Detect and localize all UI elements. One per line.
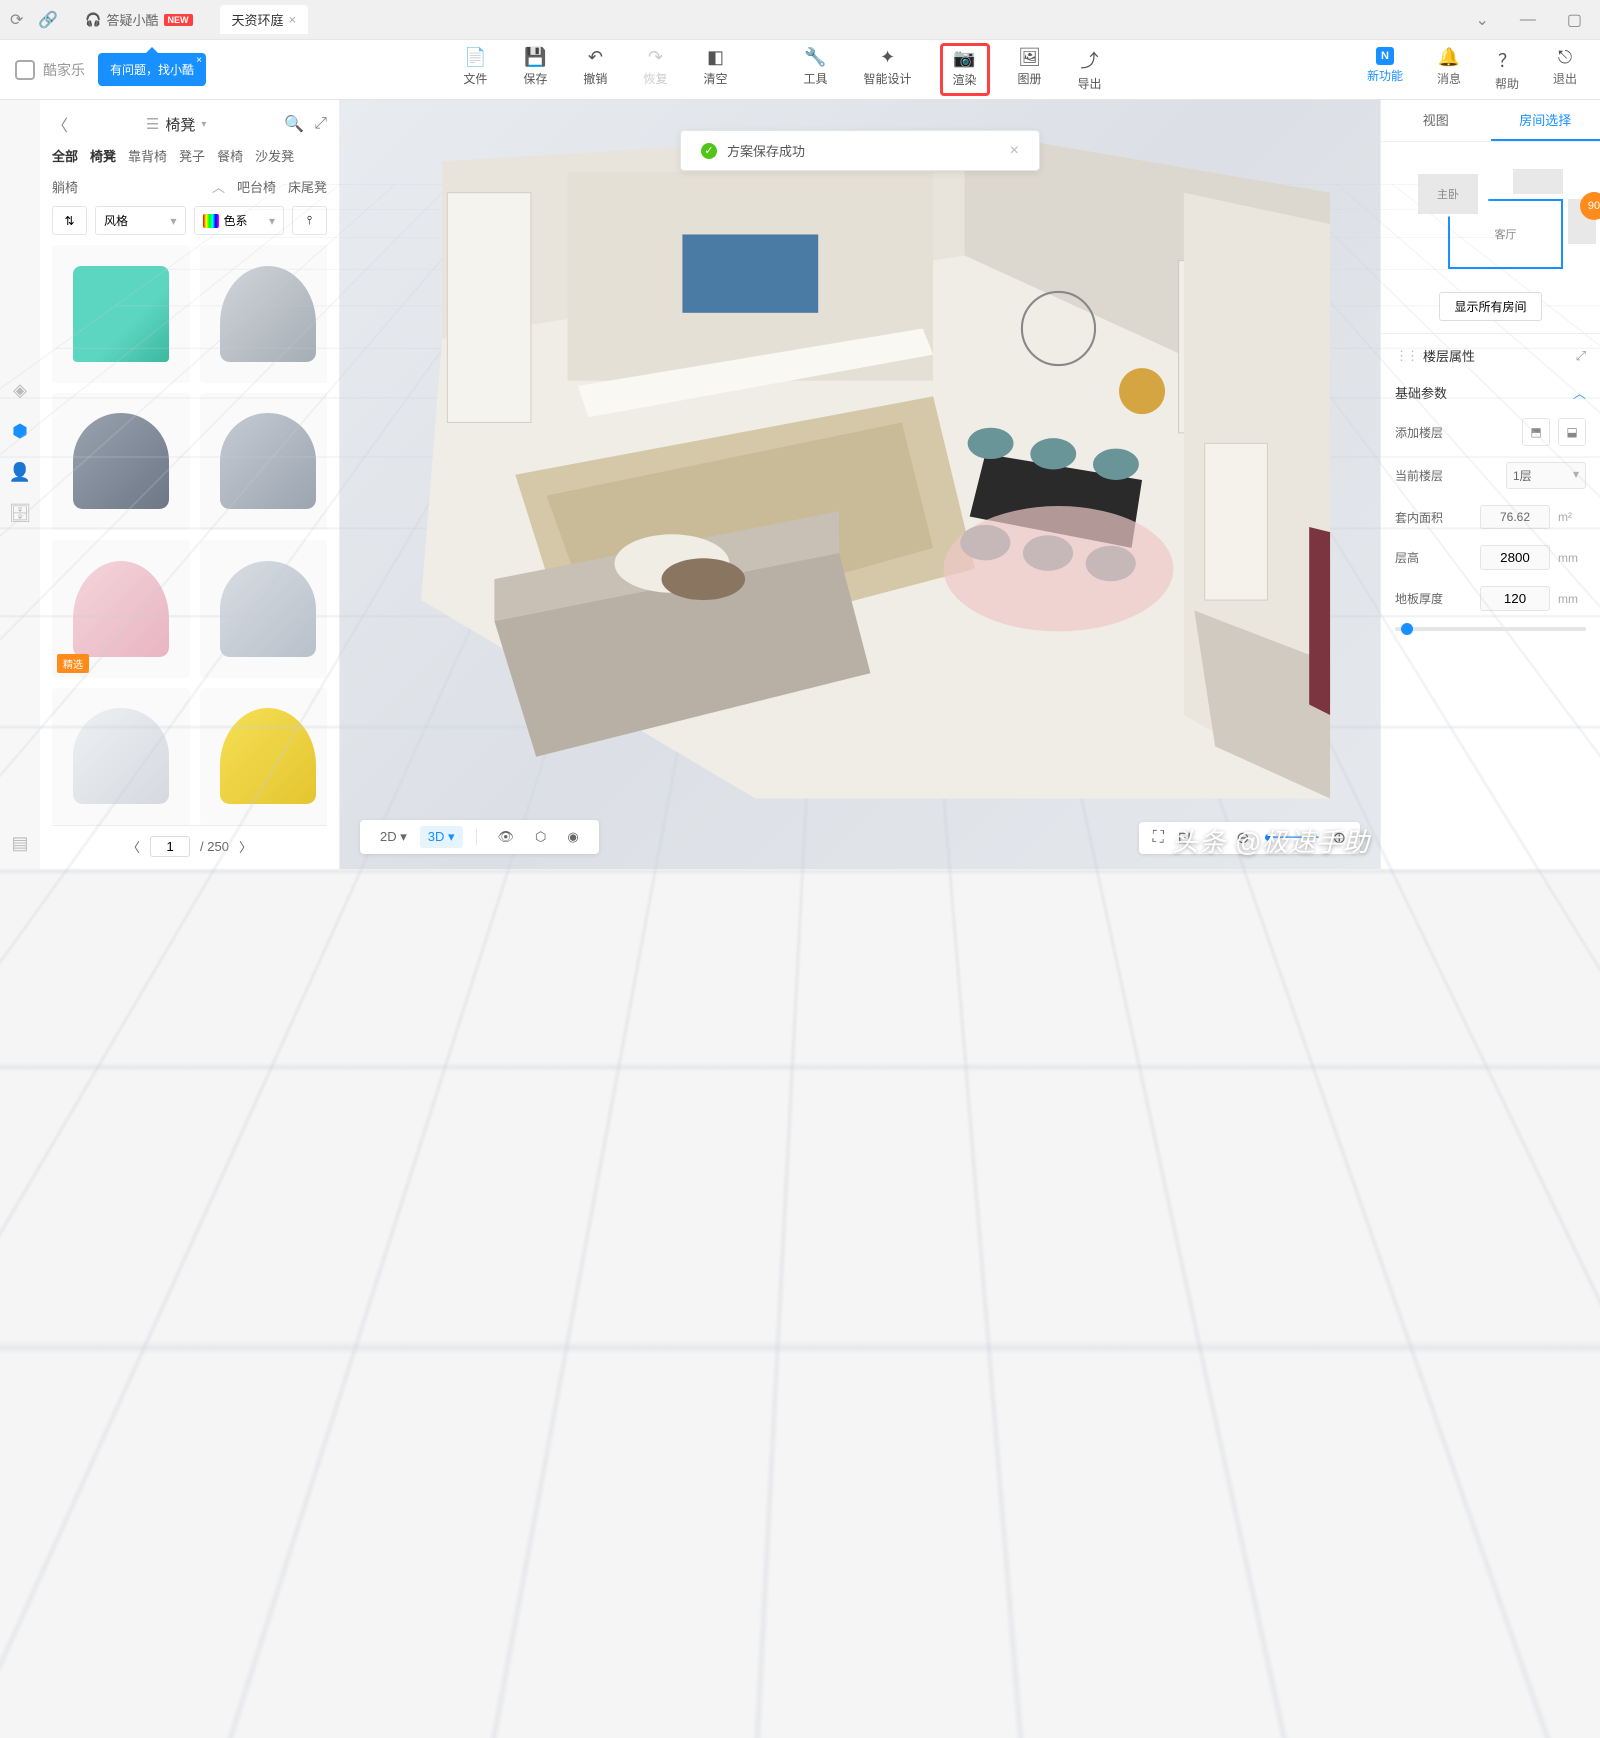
check-icon: ✓: [701, 143, 717, 159]
new-features-button[interactable]: N新功能: [1359, 43, 1411, 96]
exit-icon: ⎋: [1558, 47, 1572, 68]
view-2d-button[interactable]: 2D ▾: [372, 826, 415, 848]
thickness-slider[interactable]: [1395, 627, 1586, 631]
tab-view[interactable]: 视图: [1381, 100, 1491, 141]
save-success-toast: ✓ 方案保存成功 ×: [680, 130, 1040, 171]
messages-button[interactable]: 🔔消息: [1429, 43, 1469, 96]
link-icon[interactable]: 🔗: [38, 10, 58, 30]
bell-icon: 🔔: [1438, 47, 1460, 68]
gallery-button[interactable]: 🖼图册: [1010, 43, 1050, 96]
save-button[interactable]: 💾保存: [515, 43, 555, 96]
app-logo-icon: [15, 60, 35, 80]
new-badge: NEW: [164, 14, 193, 26]
cube-icon[interactable]: ⬡: [527, 826, 554, 848]
undo-icon: ↶: [588, 47, 603, 68]
sort-icon: ⇅: [64, 214, 74, 228]
view-3d-button[interactable]: 3D ▾: [420, 826, 463, 848]
close-icon[interactable]: ×: [1010, 142, 1019, 160]
list-icon: ☰: [146, 115, 159, 133]
undo-button[interactable]: ↶撤销: [575, 43, 615, 96]
exit-button[interactable]: ⎋退出: [1545, 43, 1585, 96]
export-button[interactable]: ⤴导出: [1070, 43, 1110, 96]
file-button[interactable]: 📄文件: [455, 43, 495, 96]
expand-icon[interactable]: ⤢: [314, 115, 327, 133]
cat-dining[interactable]: 餐椅: [217, 146, 243, 165]
cat-all[interactable]: 全部: [52, 146, 78, 165]
camera-icon: 📷: [953, 48, 975, 69]
collapse-icon[interactable]: ⌄: [1467, 10, 1496, 30]
question-icon: ？: [1498, 47, 1516, 73]
n-badge-icon: N: [1376, 47, 1394, 65]
view-mode-bar: 2D ▾ 3D ▾ 👁 ⬡ ◉: [360, 820, 599, 854]
titlebar: ⟳ 🔗 🎧 答疑小酷 NEW 天资环庭 × ⌄ — ▢: [0, 0, 1600, 40]
cat-stool2[interactable]: 凳子: [179, 146, 205, 165]
image-icon: 🖼: [1018, 47, 1041, 68]
angle-badge[interactable]: 90: [1580, 192, 1600, 220]
chevron-down-icon: ▾: [170, 214, 176, 228]
render-button[interactable]: 📷渲染: [940, 43, 990, 96]
headset-icon: 🎧: [85, 12, 101, 28]
main-toolbar: 酷家乐 有问题，找小酷 × 📄文件 💾保存 ↶撤销 ↷恢复 ◧清空 🔧工具 ✦智…: [0, 40, 1600, 100]
style-filter[interactable]: 风格▾: [95, 206, 186, 235]
minimap-room[interactable]: [1513, 169, 1563, 194]
chevron-down-icon: ▾: [201, 119, 206, 130]
clear-button[interactable]: ◧清空: [695, 43, 735, 96]
export-icon: ⤴: [1081, 47, 1099, 73]
sort-button[interactable]: ⇅: [52, 206, 87, 235]
frame-icon[interactable]: ⛶: [1153, 829, 1164, 847]
back-icon[interactable]: 〈: [52, 112, 68, 136]
minimap-room-master[interactable]: 主卧: [1418, 174, 1478, 214]
close-icon[interactable]: ×: [289, 12, 297, 27]
minimize-icon[interactable]: —: [1512, 11, 1544, 29]
cat-lounge[interactable]: 躺椅: [52, 177, 78, 196]
wrench-icon: 🔧: [804, 47, 826, 68]
tab-help-assistant[interactable]: 🎧 答疑小酷 NEW: [73, 5, 204, 34]
tab-project[interactable]: 天资环庭 ×: [220, 5, 309, 34]
refresh-icon[interactable]: ⟳: [10, 10, 23, 30]
color-swatch-icon: [203, 214, 219, 228]
chevron-up-icon[interactable]: ︿: [212, 177, 225, 196]
catalog-title[interactable]: ☰ 椅凳 ▾: [78, 114, 274, 135]
close-icon[interactable]: ×: [196, 55, 202, 66]
redo-icon: ↷: [648, 47, 663, 68]
save-icon: 💾: [524, 47, 546, 68]
eraser-icon: ◧: [707, 47, 724, 68]
sparkle-icon: ✦: [880, 47, 895, 68]
3d-viewport[interactable]: ✓ 方案保存成功 × ⊘ 酷家乐技术支持 2D ▾ 3D ▾ 👁 ⬡ ◉ ⛶ ⊡…: [340, 100, 1380, 869]
tools-button[interactable]: 🔧工具: [795, 43, 835, 96]
credit-watermark: 头条 @极速手助: [1172, 822, 1370, 859]
help-callout[interactable]: 有问题，找小酷 ×: [98, 53, 206, 86]
app-name: 酷家乐: [43, 60, 85, 80]
cat-armchair[interactable]: 靠背椅: [128, 146, 167, 165]
visibility-icon[interactable]: 👁: [490, 826, 523, 848]
room-render: [360, 130, 1360, 809]
file-icon: 📄: [464, 47, 486, 68]
compass-icon[interactable]: ◉: [559, 826, 586, 848]
redo-button: ↷恢复: [635, 43, 675, 96]
show-all-rooms-button[interactable]: 显示所有房间: [1439, 292, 1541, 321]
tab-room-select[interactable]: 房间选择: [1491, 100, 1600, 141]
smart-design-button[interactable]: ✦智能设计: [855, 43, 919, 96]
cat-sofa-stool[interactable]: 沙发凳: [255, 146, 294, 165]
cat-stool[interactable]: 椅凳: [90, 146, 116, 165]
maximize-icon[interactable]: ▢: [1559, 10, 1590, 30]
help-button[interactable]: ？帮助: [1487, 43, 1527, 96]
minimap: 主卧 客厅 显示所有房间 90: [1381, 142, 1600, 334]
search-icon[interactable]: 🔍: [284, 114, 304, 134]
